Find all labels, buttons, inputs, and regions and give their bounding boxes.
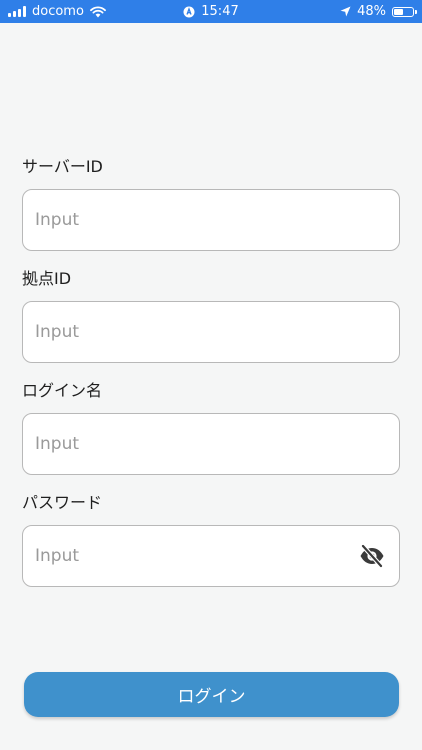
status-right: 48% (340, 4, 417, 19)
status-time: 15:47 (201, 4, 239, 19)
battery-fill (394, 8, 403, 15)
password-input-box[interactable] (22, 525, 400, 587)
location-arrow-icon (340, 6, 351, 17)
login-name-input-box[interactable] (22, 413, 400, 475)
password-label: パスワード (22, 493, 103, 512)
battery-icon (392, 6, 417, 17)
rotation-lock-icon (183, 6, 195, 17)
site-id-input[interactable] (23, 302, 399, 362)
login-form: サーバーID 拠点ID ログイン名 パスワード (22, 156, 400, 604)
eye-off-icon[interactable] (359, 544, 385, 568)
login-name-field: ログイン名 (22, 380, 400, 475)
site-id-field: 拠点ID (22, 268, 400, 363)
server-id-input[interactable] (23, 190, 399, 250)
password-input[interactable] (23, 526, 399, 586)
status-bar: docomo 15:47 48% (0, 0, 422, 23)
login-button[interactable]: ログイン (24, 672, 399, 717)
server-id-field: サーバーID (22, 156, 400, 251)
password-field: パスワード (22, 492, 400, 587)
site-id-input-box[interactable] (22, 301, 400, 363)
server-id-label: サーバーID (22, 157, 103, 176)
server-id-input-box[interactable] (22, 189, 400, 251)
site-id-label: 拠点ID (22, 269, 72, 288)
login-name-input[interactable] (23, 414, 399, 474)
battery-percent: 48% (357, 4, 386, 19)
login-name-label: ログイン名 (22, 381, 103, 400)
